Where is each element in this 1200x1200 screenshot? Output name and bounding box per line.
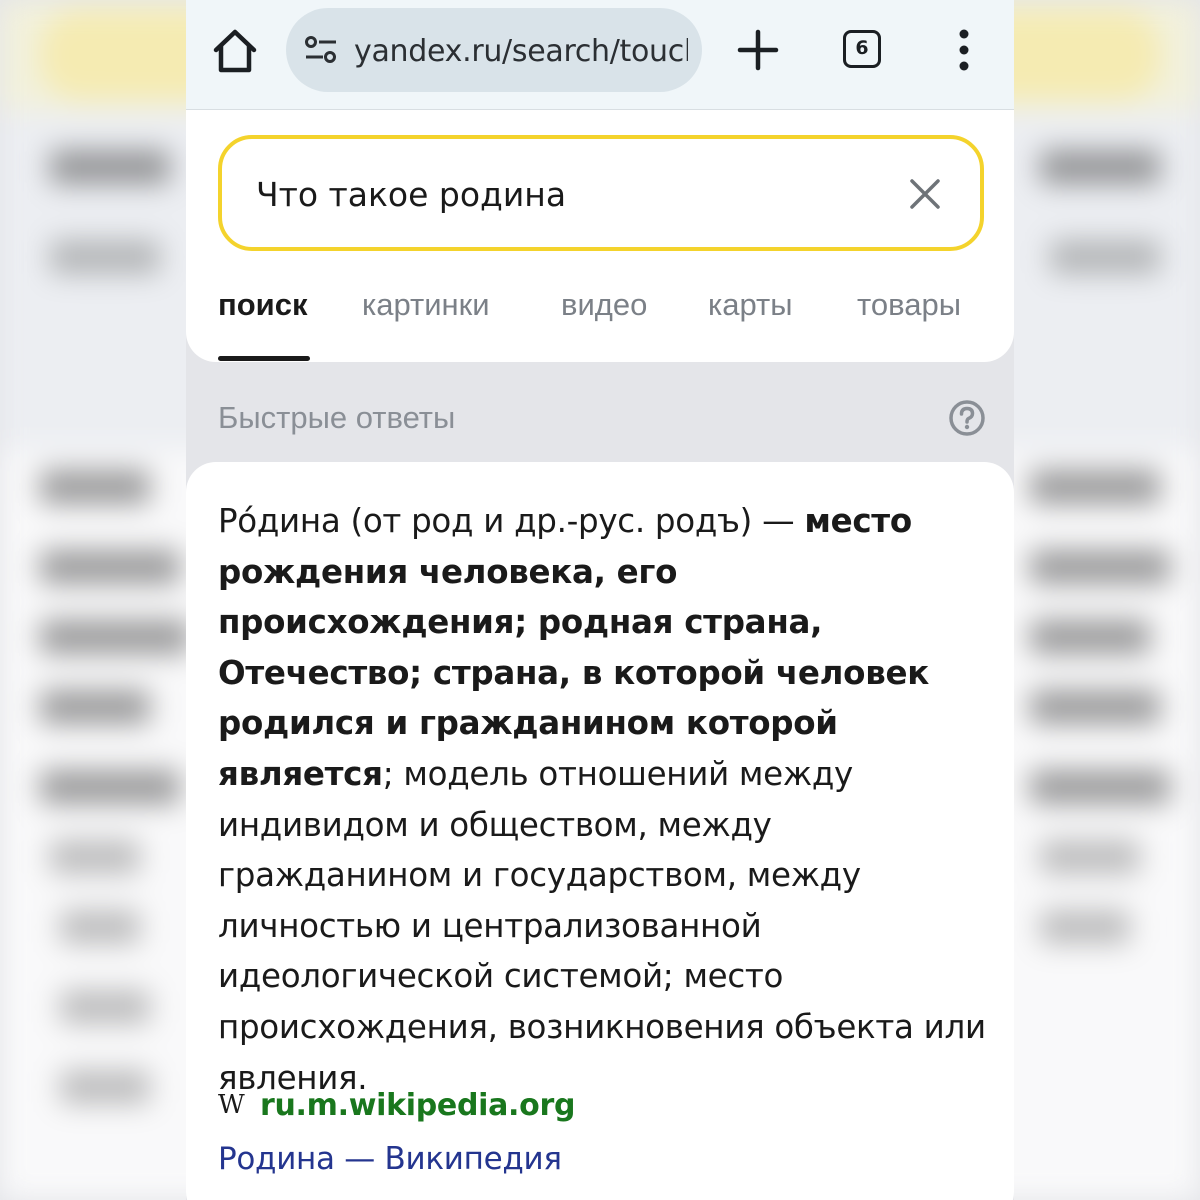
quick-answers-title: Быстрые ответы — [218, 400, 456, 435]
source-row: W ru.m.wikipedia.org — [218, 1084, 818, 1128]
url-text: yandex.ru/search/touch — [354, 34, 688, 69]
plus-icon — [737, 29, 779, 71]
answer-text: Ро́дина (от род и др.-рус. родъ) — место… — [218, 496, 990, 1103]
browser-toolbar: yandex.ru/search/touch 6 — [186, 0, 1014, 110]
tab-products[interactable]: товары — [857, 282, 961, 332]
search-box — [218, 135, 984, 251]
address-bar[interactable]: yandex.ru/search/touch — [286, 8, 702, 92]
source-domain-link[interactable]: ru.m.wikipedia.org — [260, 1084, 575, 1128]
wikipedia-icon: W — [218, 1090, 245, 1120]
home-button[interactable] — [212, 28, 258, 74]
active-tab-indicator — [218, 356, 310, 361]
help-button[interactable] — [948, 399, 986, 437]
search-vertical-tabs: поиск картинки видео карты товары — [218, 282, 998, 332]
tab-maps[interactable]: карты — [708, 282, 793, 332]
new-tab-button[interactable] — [736, 28, 780, 72]
source-title-link[interactable]: Родина — Википедия — [218, 1136, 562, 1182]
close-icon — [910, 179, 940, 209]
help-icon — [949, 400, 985, 436]
phone-screen: yandex.ru/search/touch 6 Что такое родин… — [186, 0, 1014, 1200]
answer-rest: ; модель отношений между индивидом и общ… — [218, 754, 986, 1097]
browser-menu-button[interactable] — [950, 28, 978, 72]
search-header: поиск картинки видео карты товары — [186, 110, 1014, 362]
search-input[interactable] — [256, 171, 876, 217]
site-settings-icon[interactable] — [304, 34, 338, 66]
home-icon — [213, 29, 257, 73]
tabs-counter-button[interactable]: 6 — [843, 30, 881, 68]
clear-search-button[interactable] — [908, 177, 942, 211]
tab-images[interactable]: картинки — [362, 282, 490, 332]
more-vert-icon — [959, 29, 969, 71]
answer-definition: место рождения человека, его происхожден… — [218, 502, 929, 793]
tab-search[interactable]: поиск — [218, 282, 307, 332]
tab-video[interactable]: видео — [561, 282, 647, 332]
answer-intro: Ро́дина (от род и др.-рус. родъ) — — [218, 502, 805, 540]
quick-answer-card: Ро́дина (от род и др.-рус. родъ) — место… — [186, 462, 1014, 1200]
